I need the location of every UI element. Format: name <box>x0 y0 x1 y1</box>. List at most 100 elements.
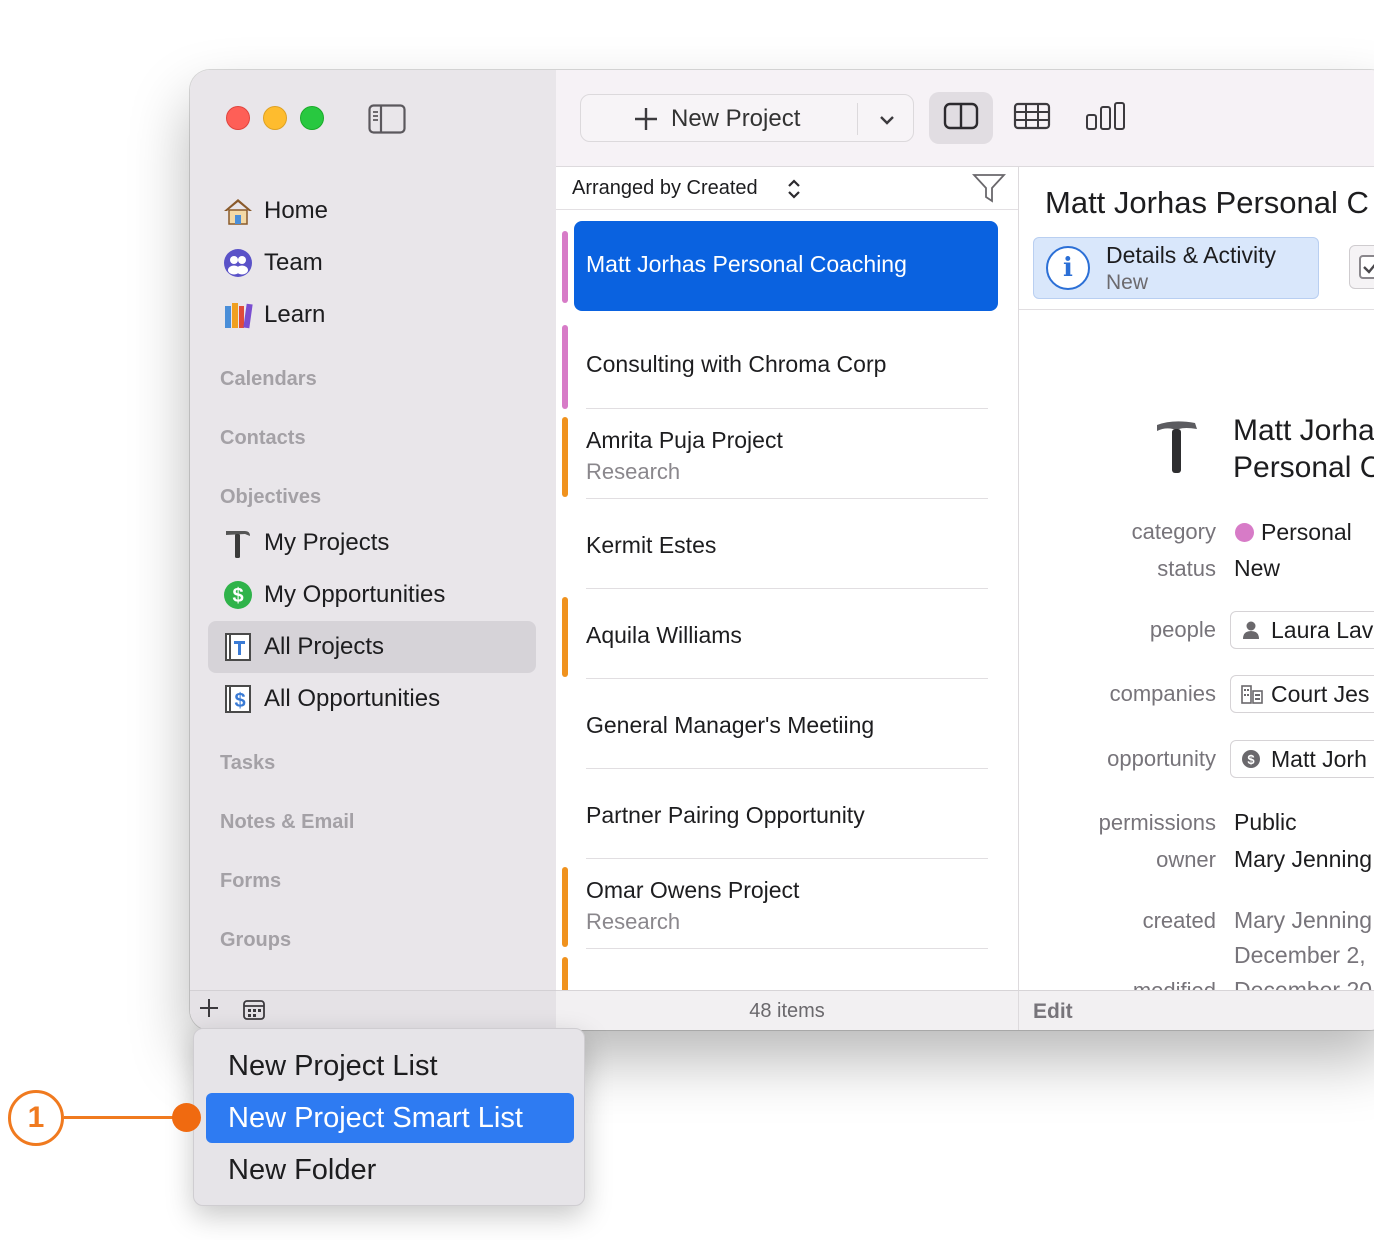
menu-item-new-project-smart-list[interactable]: New Project Smart List <box>206 1093 574 1143</box>
opportunity-chip[interactable]: $ Matt Jorh <box>1230 740 1374 778</box>
minimize-window-button[interactable] <box>263 106 287 130</box>
section-header-forms[interactable]: Forms <box>220 870 281 893</box>
home-icon <box>222 195 254 227</box>
opportunity-list-icon: $ <box>222 683 254 715</box>
row-subtitle: Research <box>586 459 681 484</box>
tab-subtitle: New <box>1106 271 1149 294</box>
companies-chip[interactable]: Court Jes <box>1230 675 1374 713</box>
owner-label: owner <box>1156 847 1216 872</box>
table-view-icon <box>1013 102 1051 135</box>
sidebar-item-all-opportunities[interactable]: $ All Opportunities <box>208 673 536 725</box>
item-count: 48 items <box>749 1000 825 1022</box>
sidebar-item-label: Learn <box>264 301 326 328</box>
record-name-line2: Personal C <box>1233 451 1374 484</box>
dollar-coin-icon: $ <box>222 579 254 611</box>
edit-button[interactable]: Edit <box>1033 1000 1073 1024</box>
project-list-icon <box>222 631 254 663</box>
tab-tasks[interactable] <box>1349 245 1374 289</box>
divider <box>857 103 858 135</box>
modified-value: December 20 <box>1234 977 1373 990</box>
new-project-label: New Project <box>671 105 801 132</box>
menu-item-new-project-list[interactable]: New Project List <box>206 1041 574 1091</box>
close-window-button[interactable] <box>226 106 250 130</box>
chevron-down-icon[interactable] <box>879 113 895 131</box>
category-value[interactable]: Personal <box>1261 519 1352 546</box>
list-row[interactable]: Omar Owens Project Research <box>556 859 1018 949</box>
section-header-notes-email[interactable]: Notes & Email <box>220 811 354 834</box>
section-header-tasks[interactable]: Tasks <box>220 752 275 775</box>
sidebar-item-label: Home <box>264 197 329 224</box>
sidebar-item-my-opportunities[interactable]: $ My Opportunities <box>208 569 536 621</box>
modified-label: modified <box>1133 978 1216 990</box>
sidebar-item-label: All Opportunities <box>264 685 441 712</box>
detail-title: Matt Jorhas Personal C <box>1045 185 1369 220</box>
sidebar-item-home[interactable]: Home <box>208 185 536 237</box>
menu-item-label: New Project List <box>228 1050 438 1082</box>
zoom-window-button[interactable] <box>300 106 324 130</box>
callout-pointer-dot <box>172 1103 201 1132</box>
arrange-by-selector[interactable]: Arranged by Created <box>572 177 758 200</box>
row-title: Aquila Williams <box>586 622 742 648</box>
category-color-bar <box>562 325 568 409</box>
category-color-bar <box>562 867 568 947</box>
callout-number-badge: 1 <box>8 1090 64 1146</box>
section-header-groups[interactable]: Groups <box>220 929 291 952</box>
sidebar-item-team[interactable]: Team <box>208 237 536 289</box>
table-view-button[interactable] <box>1000 92 1064 144</box>
detail-footer: Edit <box>1019 990 1374 1030</box>
category-color-bar <box>562 231 568 303</box>
sidebar-toggle-icon[interactable] <box>368 104 406 139</box>
tab-title: Details & Activity <box>1106 242 1276 268</box>
row-title: Kermit Estes <box>586 532 717 558</box>
calendar-menu-icon[interactable] <box>242 999 266 1026</box>
list-row[interactable] <box>556 949 1018 990</box>
list-row[interactable]: Partner Pairing Opportunity <box>556 769 1018 859</box>
team-icon <box>222 247 254 279</box>
list-row[interactable]: General Manager's Meetiing <box>556 679 1018 769</box>
sidebar-item-all-projects[interactable]: All Projects <box>208 621 536 673</box>
owner-value[interactable]: Mary Jenning <box>1234 846 1372 873</box>
list-row[interactable]: Consulting with Chroma Corp <box>556 319 1018 409</box>
companies-label: companies <box>1109 681 1216 706</box>
sidebar-item-learn[interactable]: Learn <box>208 289 536 341</box>
row-title: Omar Owens Project <box>586 877 800 903</box>
status-value[interactable]: New <box>1234 555 1280 582</box>
menu-item-label: New Project Smart List <box>228 1102 523 1134</box>
list-row[interactable]: Matt Jorhas Personal Coaching <box>556 209 1018 311</box>
row-title: Amrita Puja Project <box>586 427 783 453</box>
add-list-popup-menu: New Project List New Project Smart List … <box>193 1028 585 1206</box>
svg-text:$: $ <box>232 585 243 607</box>
menu-item-new-folder[interactable]: New Folder <box>206 1145 574 1195</box>
section-header-objectives[interactable]: Objectives <box>220 486 321 509</box>
people-label: people <box>1149 617 1216 642</box>
row-title: General Manager's Meetiing <box>586 712 875 738</box>
up-down-chevron-icon[interactable] <box>786 177 802 206</box>
detail-pane: Matt Jorhas Personal C i Details & Activ… <box>1019 167 1374 990</box>
people-chip[interactable]: Laura Lav <box>1230 611 1374 649</box>
tab-details-activity[interactable]: i Details & Activity New <box>1033 237 1319 299</box>
created-date: December 2, <box>1234 942 1366 968</box>
section-header-calendars[interactable]: Calendars <box>220 368 317 391</box>
section-header-contacts[interactable]: Contacts <box>220 427 306 450</box>
add-icon[interactable] <box>198 997 220 1024</box>
new-project-button[interactable]: New Project <box>580 94 914 142</box>
sidebar: Home Team Learn Calendars Contacts Objec… <box>190 70 557 1030</box>
checkbox-icon <box>1358 254 1374 285</box>
row-title: Partner Pairing Opportunity <box>586 802 865 828</box>
filter-icon[interactable] <box>971 173 1007 208</box>
hammer-icon <box>222 527 254 559</box>
status-label: status <box>1157 556 1216 581</box>
split-view-button[interactable] <box>929 92 993 144</box>
board-view-button[interactable] <box>1070 92 1142 144</box>
list-row[interactable]: Aquila Williams <box>556 589 1018 679</box>
permissions-value[interactable]: Public <box>1234 809 1297 836</box>
app-window: Home Team Learn Calendars Contacts Objec… <box>190 70 1374 1030</box>
list-row[interactable]: Amrita Puja Project Research <box>556 409 1018 499</box>
list-row[interactable]: Kermit Estes <box>556 499 1018 589</box>
detail-tab-bar: i Details & Activity New <box>1019 233 1374 310</box>
created-value: Mary Jenning <box>1234 907 1373 933</box>
sidebar-item-label: All Projects <box>264 633 385 660</box>
arrange-by-bar: Arranged by Created <box>556 167 1018 210</box>
sidebar-item-my-projects[interactable]: My Projects <box>208 517 536 569</box>
sidebar-item-label: My Opportunities <box>264 581 446 608</box>
